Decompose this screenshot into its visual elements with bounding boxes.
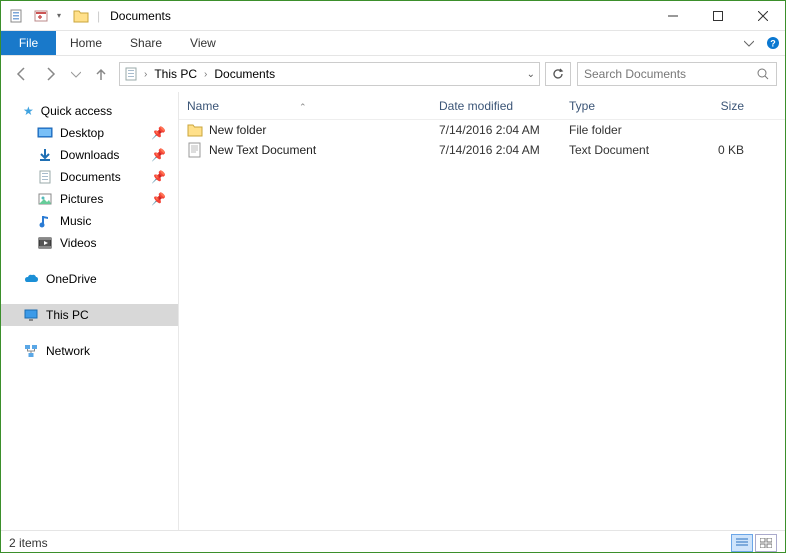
search-icon[interactable] — [756, 67, 770, 81]
pin-icon: 📌 — [151, 148, 166, 162]
tab-view[interactable]: View — [176, 31, 230, 55]
close-button[interactable] — [740, 1, 785, 31]
sort-indicator-icon: ⌃ — [299, 102, 307, 112]
pin-icon: 📌 — [151, 192, 166, 206]
pictures-icon — [37, 191, 53, 207]
file-date: 7/14/2016 2:04 AM — [439, 143, 569, 157]
ribbon-tabs: File Home Share View ? — [1, 31, 785, 56]
file-list-area: Name⌃ Date modified Type Size New folder… — [179, 92, 785, 530]
documents-icon — [124, 66, 140, 82]
refresh-button[interactable] — [545, 62, 571, 86]
sidebar-item-label: OneDrive — [46, 272, 97, 286]
search-placeholder: Search Documents — [584, 67, 686, 81]
tab-share[interactable]: Share — [116, 31, 176, 55]
sidebar-item-label: This PC — [46, 308, 89, 322]
col-name[interactable]: Name⌃ — [179, 99, 439, 113]
sidebar-item-label: Documents — [60, 170, 121, 184]
sidebar-item-label: Network — [46, 344, 90, 358]
sidebar-item-label: Music — [60, 214, 91, 228]
chevron-right-icon[interactable]: › — [204, 69, 207, 80]
nav-row: › This PC › Documents ⌄ Search Documents — [1, 56, 785, 92]
folder-icon — [187, 122, 203, 138]
recent-dropdown[interactable] — [69, 62, 83, 86]
star-icon: ★ — [23, 104, 34, 118]
maximize-button[interactable] — [695, 1, 740, 31]
sidebar-label: Quick access — [41, 104, 112, 118]
qat-properties-icon[interactable] — [9, 8, 25, 24]
column-headers: Name⌃ Date modified Type Size — [179, 92, 785, 120]
minimize-button[interactable] — [650, 1, 695, 31]
sidebar-item-music[interactable]: Music — [1, 210, 178, 232]
videos-icon — [37, 235, 53, 251]
breadcrumb-documents[interactable]: Documents — [211, 67, 278, 81]
file-size: 0 KB — [684, 143, 744, 157]
file-type: File folder — [569, 123, 684, 137]
search-box[interactable]: Search Documents — [577, 62, 777, 86]
large-icons-view-button[interactable] — [755, 534, 777, 552]
sidebar-item-videos[interactable]: Videos — [1, 232, 178, 254]
sidebar-item-desktop[interactable]: Desktop 📌 — [1, 122, 178, 144]
thispc-icon — [23, 307, 39, 323]
sidebar-item-label: Desktop — [60, 126, 104, 140]
sidebar-network[interactable]: Network — [1, 340, 178, 362]
details-view-button[interactable] — [731, 534, 753, 552]
sidebar-quick-access[interactable]: ★ Quick access — [1, 100, 178, 122]
window-title: Documents — [110, 9, 171, 23]
breadcrumb-thispc[interactable]: This PC — [151, 67, 200, 81]
downloads-icon — [37, 147, 53, 163]
back-button[interactable] — [9, 62, 33, 86]
nav-sidebar: ★ Quick access Desktop 📌 Downloads 📌 Doc… — [1, 92, 179, 530]
expand-ribbon-button[interactable] — [737, 31, 761, 55]
svg-text:?: ? — [770, 39, 776, 49]
file-name: New folder — [209, 123, 266, 137]
network-icon — [23, 343, 39, 359]
col-date[interactable]: Date modified — [439, 99, 569, 113]
qat-dropdown-icon[interactable]: ▾ — [57, 11, 61, 20]
status-bar: 2 items — [1, 530, 785, 554]
qat-newfolder-icon[interactable] — [33, 8, 49, 24]
onedrive-icon — [23, 271, 39, 287]
file-name: New Text Document — [209, 143, 316, 157]
music-icon — [37, 213, 53, 229]
address-bar[interactable]: › This PC › Documents ⌄ — [119, 62, 540, 86]
folder-icon — [73, 8, 89, 24]
sidebar-item-label: Videos — [60, 236, 96, 250]
desktop-icon — [37, 125, 53, 141]
pin-icon: 📌 — [151, 170, 166, 184]
help-button[interactable]: ? — [761, 31, 785, 55]
col-size[interactable]: Size — [684, 99, 744, 113]
sidebar-onedrive[interactable]: OneDrive — [1, 268, 178, 290]
title-bar: ▾ | Documents — [1, 1, 785, 31]
sidebar-thispc[interactable]: This PC — [1, 304, 178, 326]
up-button[interactable] — [89, 62, 113, 86]
file-date: 7/14/2016 2:04 AM — [439, 123, 569, 137]
status-item-count: 2 items — [9, 536, 48, 550]
file-type: Text Document — [569, 143, 684, 157]
chevron-right-icon[interactable]: › — [144, 69, 147, 80]
file-tab[interactable]: File — [1, 31, 56, 55]
file-row[interactable]: New Text Document 7/14/2016 2:04 AM Text… — [179, 140, 785, 160]
tab-home[interactable]: Home — [56, 31, 116, 55]
sidebar-item-downloads[interactable]: Downloads 📌 — [1, 144, 178, 166]
forward-button[interactable] — [39, 62, 63, 86]
documents-icon — [37, 169, 53, 185]
file-row[interactable]: New folder 7/14/2016 2:04 AM File folder — [179, 120, 785, 140]
sidebar-item-pictures[interactable]: Pictures 📌 — [1, 188, 178, 210]
col-type[interactable]: Type — [569, 99, 684, 113]
sidebar-item-label: Pictures — [60, 192, 103, 206]
pin-icon: 📌 — [151, 126, 166, 140]
text-file-icon — [187, 142, 203, 158]
sidebar-item-label: Downloads — [60, 148, 119, 162]
sidebar-item-documents[interactable]: Documents 📌 — [1, 166, 178, 188]
address-dropdown-icon[interactable]: ⌄ — [527, 69, 535, 80]
